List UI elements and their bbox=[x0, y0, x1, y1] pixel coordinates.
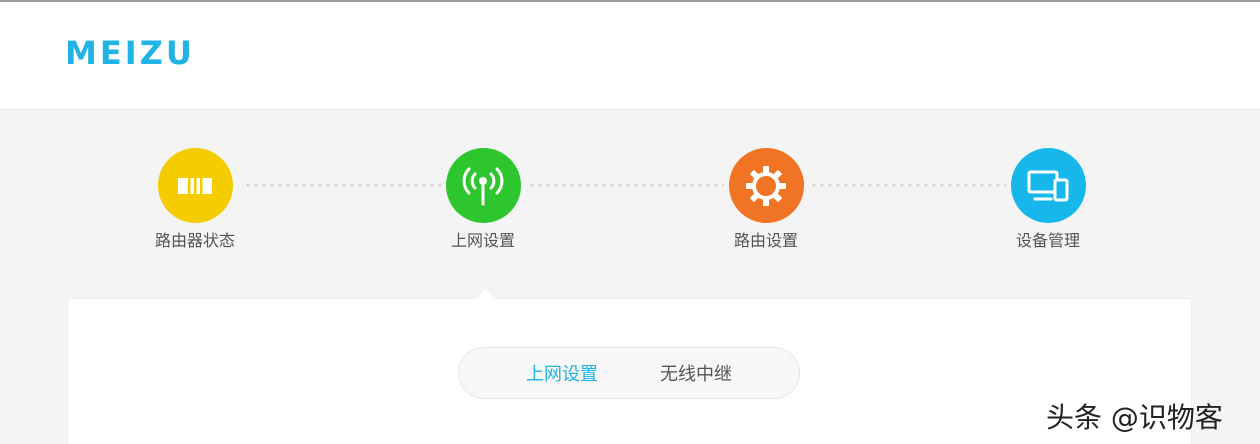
settings-tab-switch: 上网设置 无线中继 bbox=[458, 347, 800, 399]
step-label: 上网设置 bbox=[450, 231, 515, 250]
panel-pointer bbox=[476, 289, 494, 299]
step-label: 路由设置 bbox=[733, 231, 798, 250]
step-device-management[interactable]: 设备管理 bbox=[968, 148, 1128, 251]
header: MEIZU bbox=[0, 2, 1260, 110]
step-internet-settings[interactable]: 上网设置 bbox=[403, 148, 563, 251]
step-router-status[interactable]: 路由器状态 bbox=[115, 148, 275, 251]
antenna-icon bbox=[445, 148, 521, 223]
router-status-icon bbox=[157, 148, 233, 223]
meizu-logo[interactable]: MEIZU bbox=[65, 37, 195, 69]
devices-icon bbox=[1010, 148, 1086, 223]
step-label: 设备管理 bbox=[1015, 231, 1080, 250]
tab-wireless-repeater[interactable]: 无线中继 bbox=[660, 360, 732, 386]
step-label: 路由器状态 bbox=[154, 231, 235, 250]
gear-icon bbox=[728, 148, 804, 223]
step-router-settings[interactable]: 路由设置 bbox=[686, 148, 846, 251]
watermark: 头条 @识物客 bbox=[1046, 401, 1223, 434]
tab-internet-settings[interactable]: 上网设置 bbox=[526, 360, 598, 386]
